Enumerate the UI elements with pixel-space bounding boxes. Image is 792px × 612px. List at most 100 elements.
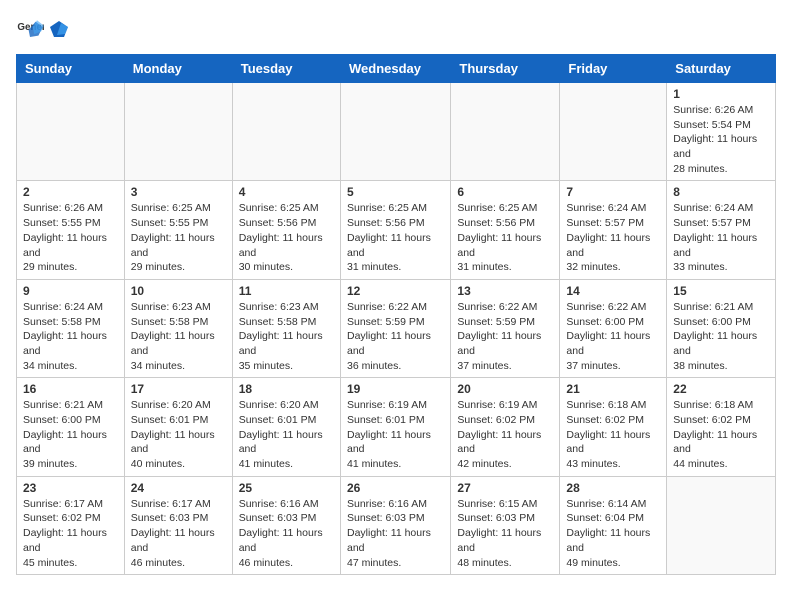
day-info: Sunrise: 6:25 AMSunset: 5:56 PMDaylight:… <box>239 201 334 274</box>
day-info: Sunrise: 6:21 AMSunset: 6:00 PMDaylight:… <box>23 398 118 471</box>
calendar-cell: 24 Sunrise: 6:17 AMSunset: 6:03 PMDayligh… <box>124 476 232 574</box>
day-info: Sunrise: 6:20 AMSunset: 6:01 PMDaylight:… <box>131 398 226 471</box>
day-number: 19 <box>347 382 444 396</box>
calendar-cell: 15 Sunrise: 6:21 AMSunset: 6:00 PMDayligh… <box>667 279 776 377</box>
day-number: 24 <box>131 481 226 495</box>
day-info: Sunrise: 6:20 AMSunset: 6:01 PMDaylight:… <box>239 398 334 471</box>
day-number: 8 <box>673 185 769 199</box>
calendar-cell <box>667 476 776 574</box>
day-number: 14 <box>566 284 660 298</box>
calendar-week-row: 9 Sunrise: 6:24 AMSunset: 5:58 PMDaylight… <box>17 279 776 377</box>
logo-icon: General <box>16 16 44 44</box>
calendar-cell: 11 Sunrise: 6:23 AMSunset: 5:58 PMDayligh… <box>232 279 340 377</box>
day-info: Sunrise: 6:23 AMSunset: 5:58 PMDaylight:… <box>239 300 334 373</box>
calendar-cell <box>124 83 232 181</box>
page-header: General <box>16 16 776 44</box>
calendar-cell <box>232 83 340 181</box>
day-info: Sunrise: 6:25 AMSunset: 5:55 PMDaylight:… <box>131 201 226 274</box>
calendar-cell: 26 Sunrise: 6:16 AMSunset: 6:03 PMDayligh… <box>340 476 450 574</box>
day-info: Sunrise: 6:24 AMSunset: 5:57 PMDaylight:… <box>673 201 769 274</box>
calendar-week-row: 2 Sunrise: 6:26 AMSunset: 5:55 PMDaylight… <box>17 181 776 279</box>
day-info: Sunrise: 6:25 AMSunset: 5:56 PMDaylight:… <box>457 201 553 274</box>
day-info: Sunrise: 6:14 AMSunset: 6:04 PMDaylight:… <box>566 497 660 570</box>
day-number: 23 <box>23 481 118 495</box>
calendar-cell: 23 Sunrise: 6:17 AMSunset: 6:02 PMDayligh… <box>17 476 125 574</box>
day-info: Sunrise: 6:21 AMSunset: 6:00 PMDaylight:… <box>673 300 769 373</box>
calendar-week-row: 16 Sunrise: 6:21 AMSunset: 6:00 PMDayligh… <box>17 378 776 476</box>
calendar-header-row: SundayMondayTuesdayWednesdayThursdayFrid… <box>17 55 776 83</box>
calendar-header-tuesday: Tuesday <box>232 55 340 83</box>
calendar-cell: 27 Sunrise: 6:15 AMSunset: 6:03 PMDayligh… <box>451 476 560 574</box>
day-number: 26 <box>347 481 444 495</box>
day-info: Sunrise: 6:18 AMSunset: 6:02 PMDaylight:… <box>673 398 769 471</box>
calendar-cell: 14 Sunrise: 6:22 AMSunset: 6:00 PMDayligh… <box>560 279 667 377</box>
day-number: 15 <box>673 284 769 298</box>
day-info: Sunrise: 6:24 AMSunset: 5:57 PMDaylight:… <box>566 201 660 274</box>
calendar-cell: 9 Sunrise: 6:24 AMSunset: 5:58 PMDaylight… <box>17 279 125 377</box>
day-info: Sunrise: 6:17 AMSunset: 6:02 PMDaylight:… <box>23 497 118 570</box>
calendar-cell: 18 Sunrise: 6:20 AMSunset: 6:01 PMDayligh… <box>232 378 340 476</box>
calendar-cell: 12 Sunrise: 6:22 AMSunset: 5:59 PMDayligh… <box>340 279 450 377</box>
day-number: 17 <box>131 382 226 396</box>
day-number: 25 <box>239 481 334 495</box>
day-info: Sunrise: 6:19 AMSunset: 6:01 PMDaylight:… <box>347 398 444 471</box>
calendar-cell: 6 Sunrise: 6:25 AMSunset: 5:56 PMDaylight… <box>451 181 560 279</box>
day-info: Sunrise: 6:22 AMSunset: 5:59 PMDaylight:… <box>347 300 444 373</box>
calendar-cell: 19 Sunrise: 6:19 AMSunset: 6:01 PMDayligh… <box>340 378 450 476</box>
day-number: 11 <box>239 284 334 298</box>
calendar-cell: 8 Sunrise: 6:24 AMSunset: 5:57 PMDaylight… <box>667 181 776 279</box>
calendar-cell: 20Sunrise: 6:19 AMSunset: 6:02 PMDayligh… <box>451 378 560 476</box>
calendar-cell <box>340 83 450 181</box>
day-info: Sunrise: 6:26 AMSunset: 5:55 PMDaylight:… <box>23 201 118 274</box>
calendar-header-thursday: Thursday <box>451 55 560 83</box>
calendar-cell <box>17 83 125 181</box>
calendar-cell: 10 Sunrise: 6:23 AMSunset: 5:58 PMDayligh… <box>124 279 232 377</box>
day-number: 18 <box>239 382 334 396</box>
day-number: 9 <box>23 284 118 298</box>
calendar-cell: 2 Sunrise: 6:26 AMSunset: 5:55 PMDaylight… <box>17 181 125 279</box>
day-number: 6 <box>457 185 553 199</box>
day-info: Sunrise: 6:22 AMSunset: 6:00 PMDaylight:… <box>566 300 660 373</box>
day-info: Sunrise: 6:15 AMSunset: 6:03 PMDaylight:… <box>457 497 553 570</box>
calendar-week-row: 23 Sunrise: 6:17 AMSunset: 6:02 PMDayligh… <box>17 476 776 574</box>
calendar-cell <box>451 83 560 181</box>
calendar-header-sunday: Sunday <box>17 55 125 83</box>
day-info: Sunrise: 6:17 AMSunset: 6:03 PMDaylight:… <box>131 497 226 570</box>
calendar-cell: 21 Sunrise: 6:18 AMSunset: 6:02 PMDayligh… <box>560 378 667 476</box>
logo: General <box>16 16 70 44</box>
day-number: 16 <box>23 382 118 396</box>
day-info: Sunrise: 6:18 AMSunset: 6:02 PMDaylight:… <box>566 398 660 471</box>
calendar-cell: 4Sunrise: 6:25 AMSunset: 5:56 PMDaylight… <box>232 181 340 279</box>
day-info: Sunrise: 6:25 AMSunset: 5:56 PMDaylight:… <box>347 201 444 274</box>
calendar-cell: 22 Sunrise: 6:18 AMSunset: 6:02 PMDayligh… <box>667 378 776 476</box>
day-number: 22 <box>673 382 769 396</box>
day-info: Sunrise: 6:16 AMSunset: 6:03 PMDaylight:… <box>347 497 444 570</box>
day-info: Sunrise: 6:23 AMSunset: 5:58 PMDaylight:… <box>131 300 226 373</box>
day-number: 2 <box>23 185 118 199</box>
calendar-header-monday: Monday <box>124 55 232 83</box>
calendar-cell <box>560 83 667 181</box>
calendar-cell: 5 Sunrise: 6:25 AMSunset: 5:56 PMDaylight… <box>340 181 450 279</box>
calendar-cell: 25 Sunrise: 6:16 AMSunset: 6:03 PMDayligh… <box>232 476 340 574</box>
day-info: Sunrise: 6:24 AMSunset: 5:58 PMDaylight:… <box>23 300 118 373</box>
day-number: 7 <box>566 185 660 199</box>
calendar-header-saturday: Saturday <box>667 55 776 83</box>
calendar-cell: 7 Sunrise: 6:24 AMSunset: 5:57 PMDaylight… <box>560 181 667 279</box>
calendar-header-wednesday: Wednesday <box>340 55 450 83</box>
day-number: 12 <box>347 284 444 298</box>
calendar-cell: 17 Sunrise: 6:20 AMSunset: 6:01 PMDayligh… <box>124 378 232 476</box>
calendar-week-row: 1Sunrise: 6:26 AMSunset: 5:54 PMDaylight… <box>17 83 776 181</box>
day-number: 21 <box>566 382 660 396</box>
day-info: Sunrise: 6:22 AMSunset: 5:59 PMDaylight:… <box>457 300 553 373</box>
day-info: Sunrise: 6:26 AMSunset: 5:54 PMDaylight:… <box>673 103 769 176</box>
day-info: Sunrise: 6:16 AMSunset: 6:03 PMDaylight:… <box>239 497 334 570</box>
day-number: 5 <box>347 185 444 199</box>
calendar-cell: 1Sunrise: 6:26 AMSunset: 5:54 PMDaylight… <box>667 83 776 181</box>
day-number: 3 <box>131 185 226 199</box>
day-number: 10 <box>131 284 226 298</box>
day-number: 27 <box>457 481 553 495</box>
calendar-header-friday: Friday <box>560 55 667 83</box>
calendar-cell: 28Sunrise: 6:14 AMSunset: 6:04 PMDayligh… <box>560 476 667 574</box>
calendar-cell: 16 Sunrise: 6:21 AMSunset: 6:00 PMDayligh… <box>17 378 125 476</box>
day-number: 13 <box>457 284 553 298</box>
